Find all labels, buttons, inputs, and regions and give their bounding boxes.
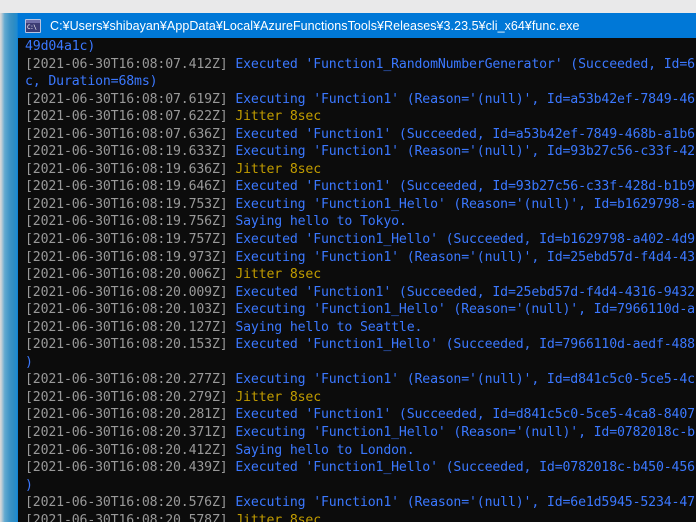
terminal-line: [2021-06-30T16:08:20.281Z] Executed 'Fun… — [25, 406, 696, 424]
terminal-line: [2021-06-30T16:08:19.756Z] Saying hello … — [25, 213, 696, 231]
terminal-line: ) — [25, 477, 696, 495]
terminal-line: [2021-06-30T16:08:19.753Z] Executing 'Fu… — [25, 196, 696, 214]
terminal-line: c, Duration=68ms) — [25, 73, 696, 91]
log-timestamp: [2021-06-30T16:08:20.153Z] — [25, 337, 236, 353]
console-window: C:¥Users¥shibayan¥AppData¥Local¥AzureFun… — [18, 13, 696, 522]
log-message: Jitter 8sec — [235, 267, 322, 283]
window-left-border — [0, 13, 18, 522]
log-timestamp: [2021-06-30T16:08:07.619Z] — [25, 91, 236, 107]
log-timestamp: [2021-06-30T16:08:19.753Z] — [25, 196, 236, 212]
log-timestamp: [2021-06-30T16:08:20.371Z] — [25, 425, 236, 441]
log-message: Saying hello to Tokyo. — [235, 214, 407, 230]
log-message: Executed 'Function1_Hello' (Succeeded, I… — [235, 460, 695, 476]
log-message: Jitter 8sec — [235, 389, 322, 405]
log-message: Executing 'Function1_Hello' (Reason='(nu… — [235, 196, 695, 212]
terminal-line: [2021-06-30T16:08:19.757Z] Executed 'Fun… — [25, 231, 696, 249]
terminal-line: [2021-06-30T16:08:19.646Z] Executed 'Fun… — [25, 178, 696, 196]
terminal-output[interactable]: 49d04a1c) [2021-06-30T16:08:07.412Z] Exec… — [18, 38, 696, 522]
log-timestamp: [2021-06-30T16:08:19.633Z] — [25, 144, 236, 160]
terminal-line: [2021-06-30T16:08:20.006Z] Jitter 8sec — [25, 266, 696, 284]
log-message: Executed 'Function1_RandomNumberGenerato… — [235, 56, 695, 72]
log-timestamp: [2021-06-30T16:08:20.103Z] — [25, 302, 236, 318]
log-timestamp: [2021-06-30T16:08:19.973Z] — [25, 249, 236, 265]
terminal-line: [2021-06-30T16:08:20.279Z] Jitter 8sec — [25, 389, 696, 407]
terminal-line: [2021-06-30T16:08:20.153Z] Executed 'Fun… — [25, 336, 696, 354]
log-timestamp: [2021-06-30T16:08:20.009Z] — [25, 284, 236, 300]
log-timestamp: [2021-06-30T16:08:20.578Z] — [25, 512, 236, 522]
terminal-line: [2021-06-30T16:08:07.619Z] Executing 'Fu… — [25, 91, 696, 109]
log-timestamp: [2021-06-30T16:08:07.636Z] — [25, 126, 236, 142]
log-message: Executed 'Function1_Hello' (Succeeded, I… — [235, 337, 695, 353]
log-message: ) — [25, 477, 33, 493]
log-message: Jitter 8sec — [235, 512, 322, 522]
log-timestamp: [2021-06-30T16:08:19.646Z] — [25, 179, 236, 195]
terminal-line: [2021-06-30T16:08:19.633Z] Executing 'Fu… — [25, 143, 696, 161]
terminal-line: [2021-06-30T16:08:20.277Z] Executing 'Fu… — [25, 371, 696, 389]
log-message: ) — [25, 354, 33, 370]
log-message: Executed 'Function1' (Succeeded, Id=d841… — [235, 407, 695, 423]
terminal-line: [2021-06-30T16:08:20.127Z] Saying hello … — [25, 319, 696, 337]
log-timestamp: [2021-06-30T16:08:20.281Z] — [25, 407, 236, 423]
log-message: Executing 'Function1_Hello' (Reason='(nu… — [235, 425, 695, 441]
log-message: Executed 'Function1_Hello' (Succeeded, I… — [235, 232, 695, 248]
terminal-line: ) — [25, 354, 696, 372]
log-timestamp: [2021-06-30T16:08:20.412Z] — [25, 442, 236, 458]
log-timestamp: [2021-06-30T16:08:20.576Z] — [25, 495, 236, 511]
log-message: Executed 'Function1' (Succeeded, Id=93b2… — [235, 179, 695, 195]
terminal-line: [2021-06-30T16:08:07.412Z] Executed 'Fun… — [25, 56, 696, 74]
log-message: Executing 'Function1' (Reason='(null)', … — [235, 144, 695, 160]
log-message: Saying hello to London. — [235, 442, 415, 458]
log-timestamp: [2021-06-30T16:08:20.277Z] — [25, 372, 236, 388]
terminal-line: [2021-06-30T16:08:20.009Z] Executed 'Fun… — [25, 284, 696, 302]
log-message: Saying hello to Seattle. — [235, 319, 423, 335]
terminal-line: [2021-06-30T16:08:20.576Z] Executing 'Fu… — [25, 494, 696, 512]
log-timestamp: [2021-06-30T16:08:19.756Z] — [25, 214, 236, 230]
log-message: 49d04a1c) — [25, 39, 96, 54]
log-message: c, Duration=68ms) — [25, 74, 158, 90]
log-message: Executing 'Function1_Hello' (Reason='(nu… — [235, 302, 695, 318]
terminal-line: [2021-06-30T16:08:20.578Z] Jitter 8sec — [25, 512, 696, 522]
log-message: Executing 'Function1' (Reason='(null)', … — [235, 372, 695, 388]
terminal-line: [2021-06-30T16:08:19.973Z] Executing 'Fu… — [25, 249, 696, 267]
log-message: Executing 'Function1' (Reason='(null)', … — [235, 495, 695, 511]
log-timestamp: [2021-06-30T16:08:07.622Z] — [25, 109, 236, 125]
log-message: Executed 'Function1' (Succeeded, Id=25eb… — [235, 284, 695, 300]
log-timestamp: [2021-06-30T16:08:19.636Z] — [25, 161, 236, 177]
terminal-line: [2021-06-30T16:08:20.412Z] Saying hello … — [25, 442, 696, 460]
log-timestamp: [2021-06-30T16:08:20.006Z] — [25, 267, 236, 283]
log-message: Executing 'Function1' (Reason='(null)', … — [235, 249, 695, 265]
terminal-line: [2021-06-30T16:08:20.371Z] Executing 'Fu… — [25, 424, 696, 442]
terminal-line: [2021-06-30T16:08:20.103Z] Executing 'Fu… — [25, 301, 696, 319]
terminal-line: [2021-06-30T16:08:19.636Z] Jitter 8sec — [25, 161, 696, 179]
console-window-icon — [25, 18, 41, 33]
terminal-line: [2021-06-30T16:08:07.636Z] Executed 'Fun… — [25, 126, 696, 144]
log-timestamp: [2021-06-30T16:08:20.439Z] — [25, 460, 236, 476]
log-timestamp: [2021-06-30T16:08:07.412Z] — [25, 56, 236, 72]
terminal-line: [2021-06-30T16:08:20.439Z] Executed 'Fun… — [25, 459, 696, 477]
terminal-line: 49d04a1c) — [25, 38, 696, 56]
log-timestamp: [2021-06-30T16:08:20.127Z] — [25, 319, 236, 335]
log-timestamp: [2021-06-30T16:08:20.279Z] — [25, 389, 236, 405]
log-message: Executed 'Function1' (Succeeded, Id=a53b… — [235, 126, 695, 142]
log-message: Jitter 8sec — [235, 161, 322, 177]
terminal-line: [2021-06-30T16:08:07.622Z] Jitter 8sec — [25, 108, 696, 126]
desktop-background: C:¥Users¥shibayan¥AppData¥Local¥AzureFun… — [0, 0, 696, 522]
log-message: Executing 'Function1' (Reason='(null)', … — [235, 91, 695, 107]
window-title-bar[interactable]: C:¥Users¥shibayan¥AppData¥Local¥AzureFun… — [18, 13, 696, 38]
log-timestamp: [2021-06-30T16:08:19.757Z] — [25, 232, 236, 248]
window-title-text: C:¥Users¥shibayan¥AppData¥Local¥AzureFun… — [50, 18, 580, 33]
log-message: Jitter 8sec — [235, 109, 322, 125]
